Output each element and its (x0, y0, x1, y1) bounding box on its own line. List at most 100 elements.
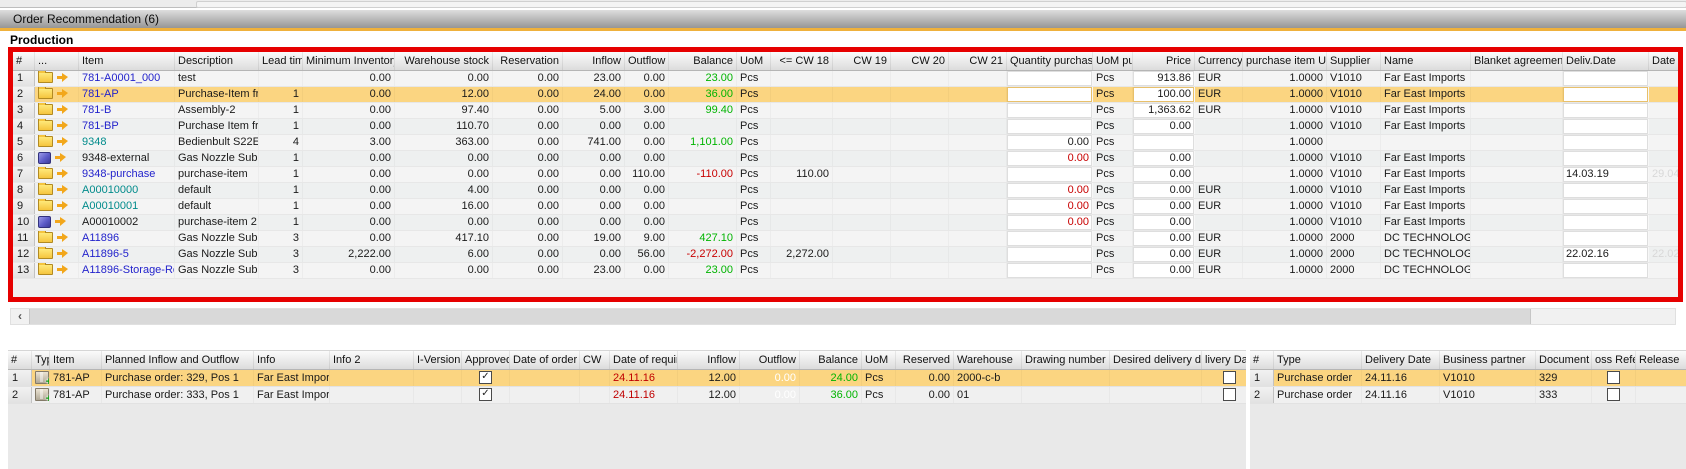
checked-checkbox[interactable]: ✓ (479, 388, 492, 401)
cell-uom[interactable]: Pcs (862, 370, 896, 386)
cell-uom[interactable]: Pcs (862, 387, 896, 403)
cell-uom[interactable]: Pcs (737, 263, 771, 278)
cell-currency[interactable] (1195, 151, 1243, 166)
cell-outflow[interactable]: 3.00 (625, 103, 669, 118)
cell-cw21[interactable] (949, 231, 1007, 246)
cell-reservation[interactable]: 0.00 (493, 215, 563, 230)
column-header-inflow[interactable]: Inflow (678, 351, 740, 369)
cell-currency[interactable]: EUR (1195, 263, 1243, 278)
cell-cw21[interactable] (949, 71, 1007, 86)
cell-description[interactable]: Gas Nozzle Subasse (175, 247, 259, 262)
cell-outflow[interactable]: 0.00 (625, 119, 669, 134)
cell-description[interactable]: default (175, 183, 259, 198)
cell-uom-pu[interactable]: Pcs (1093, 71, 1133, 86)
cell-reservation[interactable]: 0.00 (493, 247, 563, 262)
cell-reservation[interactable]: 0.00 (493, 167, 563, 182)
cell-outflow[interactable]: 0.00 (625, 263, 669, 278)
cell-price[interactable]: 0.00 (1133, 183, 1195, 198)
cell-item[interactable]: 781-B (79, 103, 175, 118)
cell-name[interactable]: Far East Imports (1381, 199, 1471, 214)
column-header-inflow[interactable]: Inflow (563, 52, 625, 70)
unchecked-checkbox[interactable] (1223, 371, 1236, 384)
cell-qty-purchase-item[interactable] (1007, 167, 1093, 182)
cell-num[interactable]: 11 (13, 231, 35, 246)
cell-cw18[interactable] (771, 183, 833, 198)
column-header-blanket-agreement[interactable]: Blanket agreement Numbe (1471, 52, 1563, 70)
column-header-purchase-item-unit[interactable]: purchase item Unit (1243, 52, 1327, 70)
scrollbar-thumb[interactable] (29, 309, 1531, 324)
cell-lead-time[interactable]: 1 (259, 151, 303, 166)
cell-price[interactable]: 1,363.62 (1133, 103, 1195, 118)
cell-uom-pu[interactable]: Pcs (1093, 103, 1133, 118)
cell-cw19[interactable] (833, 263, 891, 278)
column-header-num[interactable]: # (13, 52, 35, 70)
column-header-balance[interactable]: Balance (800, 351, 862, 369)
cell-blanket-agreement[interactable] (1471, 199, 1563, 214)
cell-cw20[interactable] (891, 151, 949, 166)
table-row[interactable]: 2Purchase order24.11.16V1010333 (1250, 387, 1686, 404)
cell-balance[interactable]: -110.00 (669, 167, 737, 182)
cell-currency[interactable] (1195, 167, 1243, 182)
window-title-bar[interactable]: Order Recommendation (6) (0, 9, 1686, 28)
cell-price[interactable] (1133, 135, 1195, 150)
cell-price[interactable]: 0.00 (1133, 151, 1195, 166)
cell-currency[interactable] (1195, 135, 1243, 150)
column-header-date-oc[interactable]: Date o (1649, 52, 1683, 70)
cell-deliv-date[interactable] (1563, 103, 1649, 118)
cell-deliv-date[interactable] (1563, 135, 1649, 150)
column-header-desired-delivery-date[interactable]: Desired delivery date (1110, 351, 1202, 369)
cell-supplier[interactable]: V1010 (1327, 151, 1381, 166)
cell-balance[interactable] (669, 183, 737, 198)
cell-cw20[interactable] (891, 199, 949, 214)
cell-currency[interactable]: EUR (1195, 103, 1243, 118)
cell-uom[interactable]: Pcs (737, 183, 771, 198)
cell-cw18[interactable] (771, 87, 833, 102)
cell-blanket-agreement[interactable] (1471, 87, 1563, 102)
cell-icons[interactable] (35, 183, 79, 198)
cell-balance[interactable]: 36.00 (800, 387, 862, 403)
cell-num[interactable]: 8 (13, 183, 35, 198)
table-row[interactable]: 8A00010000default10.004.000.000.000.00Pc… (13, 183, 1678, 199)
cell-warehouse-stock[interactable]: 12.00 (395, 87, 493, 102)
cell-name[interactable]: Far East Imports (1381, 215, 1471, 230)
cell-blanket-agreement[interactable] (1471, 247, 1563, 262)
cell-description[interactable]: Gas Nozzle Subasse (175, 151, 259, 166)
cell-type[interactable]: Purchase order (1274, 387, 1362, 403)
cell-info[interactable]: Far East Imports (254, 370, 330, 386)
column-header-warehouse-stock[interactable]: Warehouse stock (395, 52, 493, 70)
table-row[interactable]: 69348-externalGas Nozzle Subasse10.000.0… (13, 151, 1678, 167)
cell-cw21[interactable] (949, 87, 1007, 102)
cell-inflow[interactable]: 19.00 (563, 231, 625, 246)
cell-inflow[interactable]: 12.00 (678, 387, 740, 403)
cell-num[interactable]: 6 (13, 151, 35, 166)
cell-qty-purchase-item[interactable] (1007, 71, 1093, 86)
cell-cw19[interactable] (833, 183, 891, 198)
column-header-date-of-order[interactable]: Date of order (510, 351, 580, 369)
cell-inflow[interactable]: 12.00 (678, 370, 740, 386)
column-header-icons[interactable]: ... (35, 52, 79, 70)
cell-purchase-item-unit[interactable]: 1.0000 (1243, 103, 1327, 118)
cell-purchase-item-unit[interactable]: 1.0000 (1243, 231, 1327, 246)
cell-outflow[interactable]: 0.00 (625, 199, 669, 214)
unchecked-checkbox[interactable] (1607, 388, 1620, 401)
column-header-date-of-requirement[interactable]: Date of requiremen (610, 351, 678, 369)
cell-description[interactable]: purchase-item (175, 167, 259, 182)
cell-currency[interactable]: EUR (1195, 247, 1243, 262)
cell-currency[interactable]: EUR (1195, 231, 1243, 246)
cell-cw[interactable] (580, 370, 610, 386)
cell-cw19[interactable] (833, 135, 891, 150)
cell-description[interactable]: Gas Nozzle Subasse (175, 263, 259, 278)
cell-delivery-date-c[interactable] (1202, 370, 1246, 386)
cell-uom[interactable]: Pcs (737, 151, 771, 166)
cell-purchase-item-unit[interactable]: 1.0000 (1243, 71, 1327, 86)
cell-balance[interactable]: 24.00 (800, 370, 862, 386)
cell-min-inventory[interactable]: 0.00 (303, 231, 395, 246)
column-header-document[interactable]: Document (1536, 351, 1592, 369)
cell-cw21[interactable] (949, 263, 1007, 278)
cell-outflow[interactable]: 0.00 (740, 370, 800, 386)
column-header-cw20[interactable]: CW 20 (891, 52, 949, 70)
cell-item[interactable]: 9348 (79, 135, 175, 150)
cell-reservation[interactable]: 0.00 (493, 263, 563, 278)
cell-price[interactable]: 913.86 (1133, 71, 1195, 86)
cell-min-inventory[interactable]: 0.00 (303, 199, 395, 214)
